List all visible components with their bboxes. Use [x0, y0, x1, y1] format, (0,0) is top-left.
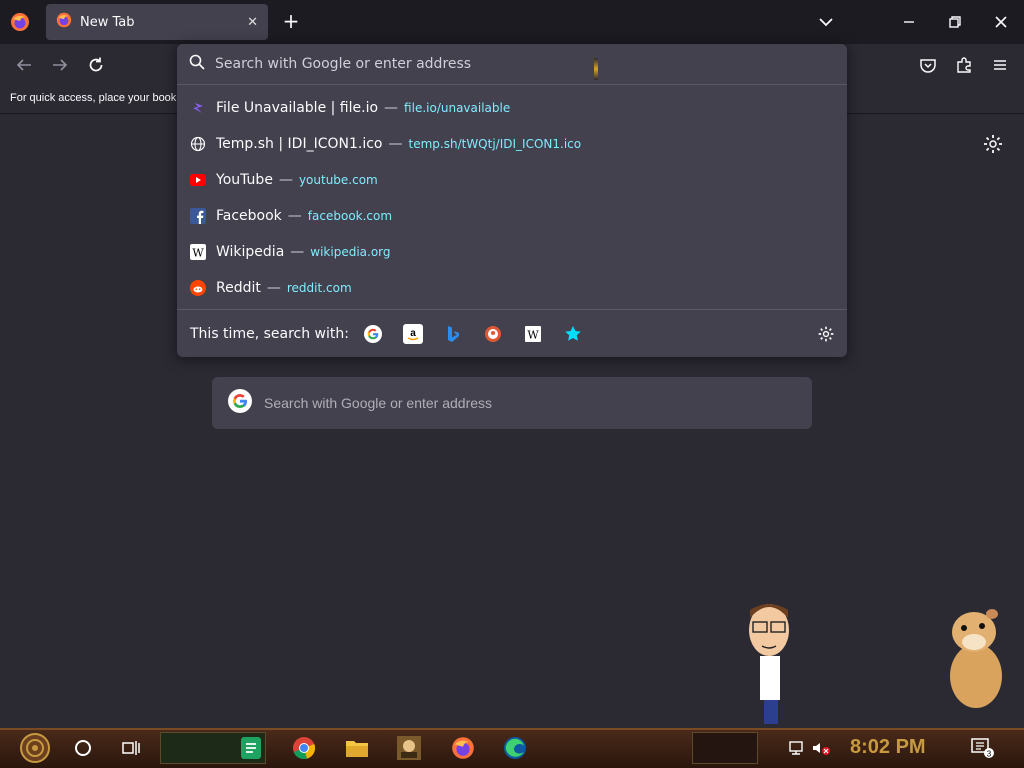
tab-close-icon[interactable]: ✕: [247, 15, 258, 30]
bookmarks-star-icon[interactable]: [563, 324, 583, 344]
urlbar-dropdown: Search with Google or enter address File…: [177, 44, 847, 357]
reload-icon[interactable]: [84, 53, 108, 77]
cartoon-character-figure: [744, 602, 794, 726]
minimize-icon[interactable]: [894, 8, 924, 36]
game-app-icon[interactable]: [392, 732, 426, 764]
search-settings-gear-icon[interactable]: [817, 325, 835, 347]
wikipedia-icon: W: [190, 244, 206, 260]
svg-text:W: W: [192, 247, 204, 260]
firefox-tab-icon: [56, 12, 72, 32]
forward-arrow-icon[interactable]: [48, 53, 72, 77]
facebook-icon: [190, 208, 206, 224]
notification-center-icon[interactable]: 3: [968, 732, 996, 764]
tab-title: New Tab: [80, 14, 135, 30]
bing-icon[interactable]: [443, 324, 463, 344]
suggestion-row[interactable]: YouTube — youtube.com: [177, 162, 847, 198]
globe-icon: [190, 136, 206, 152]
firefox-taskbar-icon[interactable]: [446, 732, 480, 764]
suggestion-row[interactable]: Reddit — reddit.com: [177, 270, 847, 306]
close-window-icon[interactable]: [986, 8, 1016, 36]
suggestion-row[interactable]: W Wikipedia — wikipedia.org: [177, 234, 847, 270]
tab-new-tab[interactable]: New Tab ✕: [46, 4, 268, 40]
start-button-icon[interactable]: [16, 732, 54, 764]
chrome-icon[interactable]: [287, 732, 321, 764]
urlbar-input-row[interactable]: Search with Google or enter address: [177, 44, 847, 85]
one-off-label: This time, search with:: [190, 325, 349, 342]
amazon-icon[interactable]: a: [402, 323, 423, 344]
pocket-icon[interactable]: [916, 53, 940, 77]
urlbar-placeholder: Search with Google or enter address: [215, 56, 472, 72]
wikipedia-icon[interactable]: W: [523, 324, 543, 344]
newtab-search-placeholder: Search with Google or enter address: [264, 395, 493, 411]
firefox-menu-icon[interactable]: [8, 10, 32, 34]
notification-badge: 3: [987, 750, 992, 759]
list-all-tabs-chevron-icon[interactable]: [814, 10, 838, 34]
task-view-icon[interactable]: [114, 732, 148, 764]
customize-gear-icon[interactable]: [982, 133, 1004, 155]
one-off-search-bar: This time, search with: a W: [177, 309, 847, 357]
duckduckgo-icon[interactable]: [483, 324, 503, 344]
google-g-icon: [228, 389, 252, 417]
text-cursor: [594, 58, 598, 80]
svg-text:a: a: [410, 328, 416, 339]
suggestion-row[interactable]: File Unavailable | file.io — file.io/una…: [177, 90, 847, 126]
suggestion-row[interactable]: Facebook — facebook.com: [177, 198, 847, 234]
reddit-icon: [190, 280, 206, 296]
fileio-icon: [190, 100, 206, 116]
google-icon[interactable]: [363, 324, 383, 344]
youtube-icon: [190, 172, 206, 188]
search-icon: [189, 54, 205, 74]
bookmarks-hint-text: For quick access, place your bookmarks h…: [10, 92, 180, 104]
new-tab-button[interactable]: +: [280, 10, 302, 34]
newtab-search-box[interactable]: Search with Google or enter address: [212, 377, 812, 429]
restore-icon[interactable]: [940, 8, 970, 36]
svg-text:W: W: [527, 328, 539, 341]
edge-icon[interactable]: [498, 732, 532, 764]
hamster-sticker: [944, 606, 1006, 710]
back-arrow-icon[interactable]: [12, 53, 36, 77]
hamburger-menu-icon[interactable]: [988, 53, 1012, 77]
sheets-app-icon[interactable]: [234, 732, 268, 764]
cortana-circle-icon[interactable]: [66, 732, 100, 764]
file-explorer-icon[interactable]: [340, 732, 374, 764]
suggestion-row[interactable]: Temp.sh | IDI_ICON1.ico — temp.sh/tWQtj/…: [177, 126, 847, 162]
volume-muted-icon[interactable]: [810, 732, 832, 764]
network-icon[interactable]: [786, 732, 808, 764]
clock-time[interactable]: 8:02 PM: [850, 736, 926, 759]
taskbar-decoration: [692, 732, 758, 764]
extensions-puzzle-icon[interactable]: [952, 53, 976, 77]
